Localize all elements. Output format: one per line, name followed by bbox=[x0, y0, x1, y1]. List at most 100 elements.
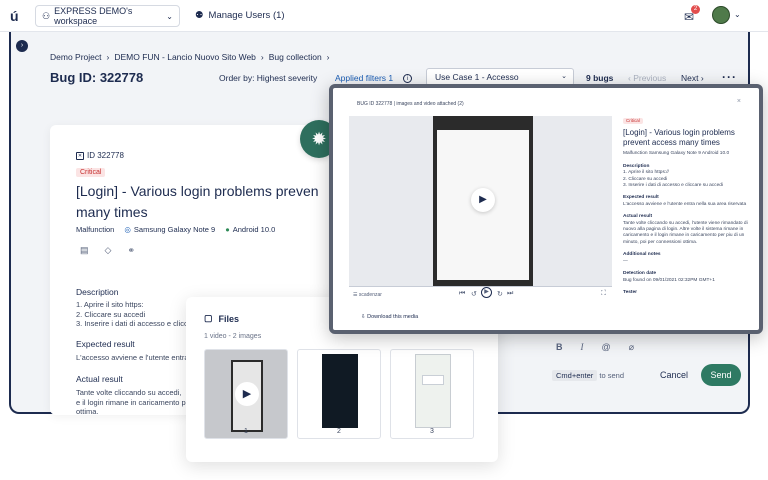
more-options-icon[interactable]: ··· bbox=[722, 70, 737, 84]
chevron-down-icon: ⌄ bbox=[166, 11, 173, 21]
file-number: 2 bbox=[337, 428, 341, 435]
panel-tester-label: Tester bbox=[623, 289, 638, 295]
rewind-icon[interactable]: ↺ bbox=[471, 290, 477, 298]
users-icon: ⚉ bbox=[195, 10, 204, 21]
severity-badge: Critical bbox=[623, 118, 643, 125]
skip-forward-icon[interactable]: ⏭ bbox=[507, 290, 513, 298]
chevron-down-icon[interactable]: ⌄ bbox=[734, 10, 741, 19]
panel-title: [Login] - Various login problems prevent… bbox=[623, 128, 735, 148]
use-case-value: Use Case 1 - Accesso bbox=[435, 72, 519, 82]
sidebar-toggle-button[interactable]: › bbox=[16, 40, 28, 52]
panel-description: 1. Aprire il sito https:// 2. Cliccare s… bbox=[623, 170, 723, 189]
bug-id-text: ID 322778 bbox=[87, 151, 124, 160]
actual-label: Actual result bbox=[76, 374, 123, 384]
chevron-right-icon: › bbox=[260, 52, 264, 62]
phone-screenshot bbox=[322, 354, 358, 428]
page-title: Bug ID: 322778 bbox=[50, 70, 144, 85]
device: ◎ Samsung Galaxy Note 9 bbox=[124, 225, 215, 234]
comment-toolbar: B I @ ⌀ bbox=[556, 342, 634, 353]
chevron-right-icon: › bbox=[106, 52, 110, 62]
severity-badge: Critical bbox=[76, 168, 106, 177]
progress-bar[interactable] bbox=[349, 286, 612, 287]
close-icon[interactable]: × bbox=[737, 98, 741, 105]
italic-button[interactable]: I bbox=[581, 342, 584, 353]
fullscreen-icon[interactable]: ⛶ bbox=[601, 290, 606, 298]
document-icon[interactable]: ▤ bbox=[80, 245, 89, 256]
video-controls: ☰ scadenzar ⏮ ↺ ▶ ↻ ⏭ ⛶ bbox=[349, 286, 612, 304]
panel-expected: L'accesso avviene e l'utente entra nella… bbox=[623, 201, 747, 207]
breadcrumb-campaign[interactable]: DEMO FUN - Lancio Nuovo Sito Web bbox=[114, 52, 256, 62]
play-icon[interactable]: ▶ bbox=[471, 188, 495, 212]
link-icon[interactable]: ⚭ bbox=[127, 245, 135, 256]
send-button[interactable]: Send bbox=[701, 364, 741, 386]
download-media-link[interactable]: ⇩ Download this media bbox=[361, 314, 418, 320]
top-bar: ú ⚇ EXPRESS DEMO's workspace ⌄ ⚉ Manage … bbox=[0, 0, 768, 32]
panel-meta: Malfunction Samsung Galaxy Note 9 Androi… bbox=[623, 151, 730, 157]
expected-label: Expected result bbox=[76, 339, 135, 349]
app-logo[interactable]: ú bbox=[10, 8, 19, 24]
android-icon: ● bbox=[225, 225, 230, 234]
phone-screenshot bbox=[415, 354, 451, 428]
manage-users-label: Manage Users (1) bbox=[208, 10, 285, 21]
breadcrumb-project[interactable]: Demo Project bbox=[50, 52, 102, 62]
files-title: ▢ Files bbox=[204, 313, 239, 324]
play-icon[interactable]: ▶ bbox=[481, 287, 492, 298]
panel-actual: Tante volte cliccando su accedi, l'utent… bbox=[623, 220, 748, 245]
panel-notes: — bbox=[623, 258, 628, 264]
bug-meta: Malfunction ◎ Samsung Galaxy Note 9 ● Andr… bbox=[76, 225, 275, 234]
bug-id-icon: ✕ bbox=[76, 151, 84, 160]
chevron-down-icon: ⌄ bbox=[561, 73, 567, 80]
file-number: 3 bbox=[430, 428, 434, 435]
description-label: Description bbox=[76, 287, 119, 297]
file-icon: ▢ bbox=[204, 313, 213, 323]
bold-button[interactable]: B bbox=[556, 342, 563, 353]
forward-icon[interactable]: ↻ bbox=[497, 290, 503, 298]
skip-back-icon[interactable]: ⏮ bbox=[459, 290, 465, 298]
dialog-shape bbox=[422, 375, 444, 385]
applied-filters-label: Applied filters 1 bbox=[335, 73, 394, 83]
bug-type: Malfunction bbox=[76, 225, 115, 234]
info-icon[interactable]: i bbox=[403, 73, 413, 83]
device-icon: ◎ bbox=[124, 225, 131, 234]
workspace-name: EXPRESS DEMO's workspace bbox=[54, 6, 133, 26]
bug-info-panel: Critical [Login] - Various login problem… bbox=[623, 118, 753, 296]
notification-badge: 2 bbox=[691, 5, 700, 14]
send-shortcut-hint: Cmd+enter to send bbox=[552, 370, 625, 381]
download-label: Download this media bbox=[367, 314, 419, 320]
file-number: 1 bbox=[244, 428, 248, 435]
manage-users-button[interactable]: ⚉ Manage Users (1) bbox=[195, 10, 285, 21]
modal-title: BUG ID 322778 | images and video attache… bbox=[357, 101, 464, 107]
bug-tools: ▤ ◇ ⚭ bbox=[80, 245, 135, 256]
panel-detection: Bug found on 09/01/2021 02:32PM GMT+1 bbox=[623, 277, 715, 283]
files-title-text: Files bbox=[218, 313, 240, 324]
download-icon: ⇩ bbox=[361, 314, 366, 320]
chevron-right-icon: › bbox=[326, 52, 330, 62]
file-thumbnail-image[interactable] bbox=[297, 349, 381, 439]
play-icon[interactable]: ▶ bbox=[235, 382, 259, 406]
applied-filters-button[interactable]: Applied filters 1 i bbox=[335, 73, 413, 83]
avatar[interactable] bbox=[712, 6, 730, 24]
file-thumbnail-image[interactable] bbox=[390, 349, 474, 439]
attach-icon[interactable]: ⌀ bbox=[629, 342, 634, 353]
next-button[interactable]: Next › bbox=[681, 73, 704, 83]
breadcrumb: Demo Project › DEMO FUN - Lancio Nuovo Si… bbox=[50, 52, 330, 62]
files-subtitle: 1 video - 2 images bbox=[204, 333, 262, 340]
bug-title: [Login] - Various login problems preven … bbox=[76, 183, 319, 220]
tag-icon[interactable]: ◇ bbox=[105, 245, 112, 256]
mention-button[interactable]: @ bbox=[602, 342, 611, 353]
comment-box: B I @ ⌀ Cmd+enter to send Cancel Send bbox=[542, 340, 746, 400]
order-by-button[interactable]: Order by: Highest severity bbox=[219, 73, 317, 83]
shortcut-key: Cmd+enter bbox=[552, 370, 598, 381]
video-player[interactable]: ▶ bbox=[349, 116, 612, 286]
workspace-selector[interactable]: ⚇ EXPRESS DEMO's workspace ⌄ bbox=[35, 5, 180, 27]
device-label: Samsung Galaxy Note 9 bbox=[133, 225, 216, 234]
bugs-count: 9 bugs bbox=[586, 73, 614, 83]
breadcrumb-bug-collection[interactable]: Bug collection bbox=[269, 52, 322, 62]
workspace-icon: ⚇ bbox=[42, 10, 51, 21]
shortcut-text: to send bbox=[599, 371, 625, 380]
video-filename: ☰ scadenzar bbox=[353, 292, 382, 298]
file-thumbnail-video[interactable]: ▶ bbox=[204, 349, 288, 439]
previous-button[interactable]: ‹ Previous bbox=[628, 73, 666, 83]
cancel-button[interactable]: Cancel bbox=[660, 370, 688, 380]
media-viewer-modal: BUG ID 322778 | images and video attache… bbox=[329, 84, 763, 334]
